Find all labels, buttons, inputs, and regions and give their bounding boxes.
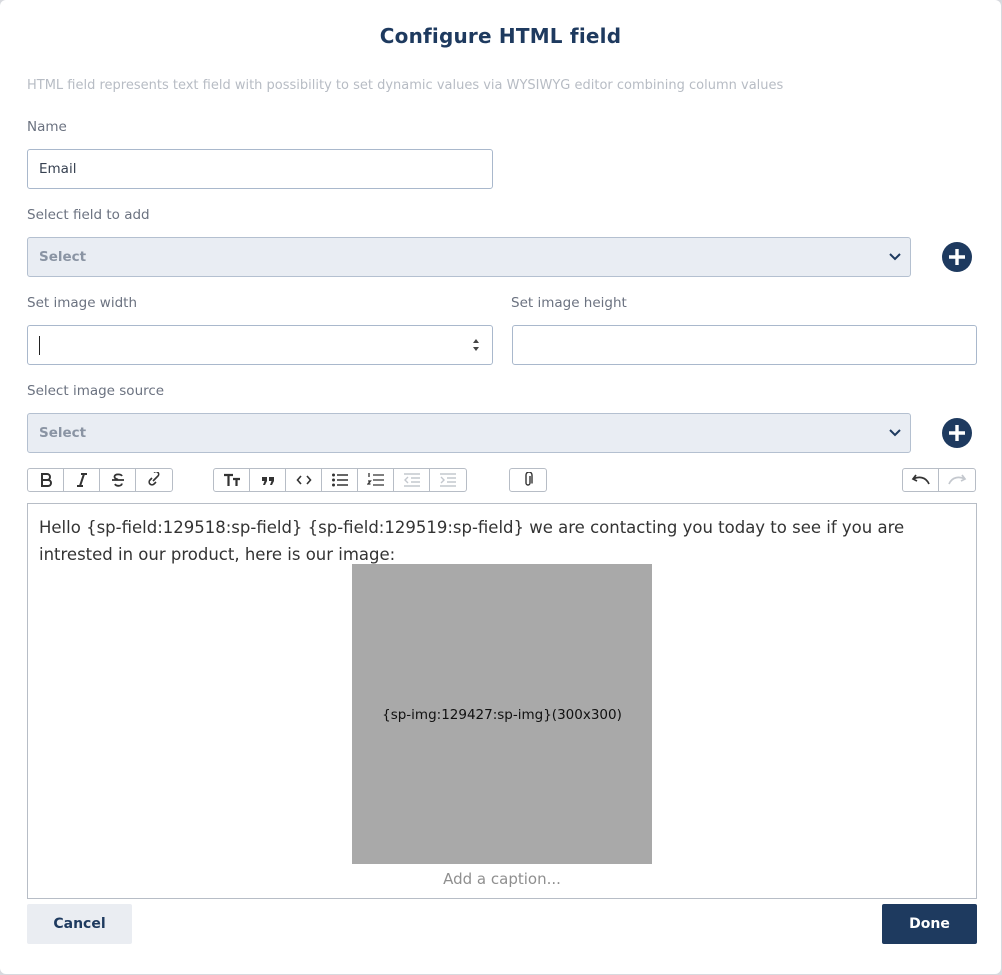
italic-icon xyxy=(76,473,87,487)
dialog-title: Configure HTML field xyxy=(379,24,622,48)
link-icon xyxy=(148,472,160,486)
configure-html-field-dialog: Configure HTML field HTML field represen… xyxy=(0,0,1001,974)
image-width-label: Set image width xyxy=(27,295,138,311)
link-button[interactable] xyxy=(136,469,172,491)
toolbar-block-group xyxy=(213,468,467,492)
image-placeholder[interactable]: {sp-img:129427:sp-img}(300x300) xyxy=(352,564,652,864)
select-field-dropdown[interactable]: Select xyxy=(27,237,911,277)
quote-icon xyxy=(261,477,274,485)
image-source-dropdown[interactable]: Select xyxy=(27,413,911,453)
strikethrough-icon xyxy=(111,473,124,487)
redo-button[interactable] xyxy=(939,469,975,491)
cancel-button[interactable]: Cancel xyxy=(27,904,132,944)
outdent-icon xyxy=(403,473,420,487)
indent-button[interactable] xyxy=(430,469,466,491)
heading-icon xyxy=(223,473,240,486)
redo-icon xyxy=(948,474,967,485)
code-icon xyxy=(295,475,312,485)
heading-button[interactable] xyxy=(214,469,250,491)
image-caption[interactable]: Add a caption... xyxy=(28,870,976,888)
add-image-plus-icon[interactable] xyxy=(942,418,972,448)
done-button[interactable]: Done xyxy=(882,904,977,944)
bold-icon xyxy=(40,473,52,487)
outdent-button[interactable] xyxy=(394,469,430,491)
indent-icon xyxy=(440,473,456,487)
bold-button[interactable] xyxy=(28,469,64,491)
name-input[interactable]: Email xyxy=(27,149,493,189)
image-height-input[interactable] xyxy=(512,325,977,365)
image-placeholder-text: {sp-img:129427:sp-img}(300x300) xyxy=(382,707,622,723)
image-source-value: Select xyxy=(39,425,87,441)
toolbar-text-style-group xyxy=(27,468,173,492)
name-input-value: Email xyxy=(39,161,77,177)
select-field-label: Select field to add xyxy=(27,207,150,223)
wysiwyg-editor[interactable]: Hello {sp-field:129518:sp-field} {sp-fie… xyxy=(27,503,977,899)
attachment-icon xyxy=(525,472,533,486)
text-caret xyxy=(39,336,40,355)
editor-content-text: Hello {sp-field:129518:sp-field} {sp-fie… xyxy=(39,518,905,564)
quote-button[interactable] xyxy=(250,469,286,491)
code-button[interactable] xyxy=(286,469,322,491)
bullet-list-button[interactable] xyxy=(322,469,358,491)
select-field-value: Select xyxy=(39,249,87,265)
image-height-label: Set image height xyxy=(511,295,627,311)
toolbar-history-group xyxy=(902,468,976,492)
undo-icon xyxy=(911,474,930,485)
strikethrough-button[interactable] xyxy=(100,469,136,491)
add-field-plus-icon[interactable] xyxy=(942,242,972,272)
numbered-list-button[interactable] xyxy=(358,469,394,491)
number-spinner-icon[interactable] xyxy=(471,337,481,353)
chevron-down-icon xyxy=(889,253,901,261)
name-label: Name xyxy=(27,119,67,135)
attachment-button[interactable] xyxy=(510,469,546,491)
dialog-description: HTML field represents text field with po… xyxy=(27,78,784,93)
italic-button[interactable] xyxy=(64,469,100,491)
toolbar-attach-group xyxy=(509,468,547,492)
numbered-list-icon xyxy=(366,473,384,486)
undo-button[interactable] xyxy=(903,469,939,491)
chevron-down-icon xyxy=(889,429,901,437)
image-source-label: Select image source xyxy=(27,383,165,399)
image-width-input[interactable] xyxy=(27,325,493,365)
bullet-list-icon xyxy=(331,473,348,487)
